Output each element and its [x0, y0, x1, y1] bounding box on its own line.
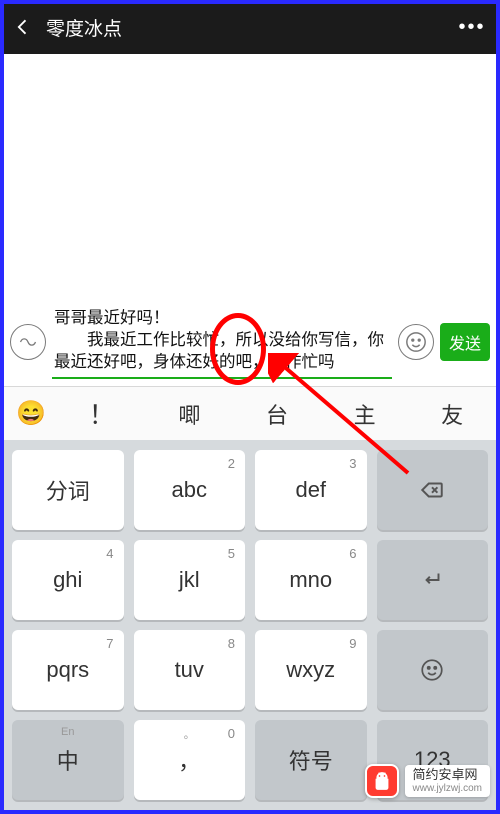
candidate-emoji-icon[interactable]: 😄	[4, 399, 58, 428]
watermark-text: 简约安卓网 www.jylzwj.com	[405, 765, 490, 797]
enter-icon	[419, 567, 445, 593]
message-text-line2: 我最近工作比较忙，所以没给你写信，你最近还好吧，身体还好的吧，工作忙吗	[54, 329, 390, 373]
key-ghi[interactable]: 4ghi	[12, 540, 124, 620]
key-wxyz[interactable]: 9wxyz	[255, 630, 367, 710]
send-button[interactable]: 发送	[440, 323, 490, 361]
message-text-line1: 哥哥最近好吗！	[54, 307, 390, 329]
watermark-logo-icon	[365, 764, 399, 798]
chat-header: 零度冰点 •••	[0, 0, 500, 54]
keyboard: 0分词 2abc 3def 4ghi 5jkl 6mno 7pqrs 8tuv …	[4, 440, 496, 810]
candidate-item[interactable]: 友	[408, 398, 496, 430]
chat-title: 零度冰点	[46, 14, 444, 41]
smiley-icon	[419, 657, 445, 683]
key-fenci[interactable]: 0分词	[12, 450, 124, 530]
emoji-picker-icon[interactable]	[398, 324, 434, 360]
key-pqrs[interactable]: 7pqrs	[12, 630, 124, 710]
key-lang-switch[interactable]: En中	[12, 720, 124, 800]
key-mno[interactable]: 6mno	[255, 540, 367, 620]
candidate-item[interactable]: ！	[58, 395, 146, 432]
key-jkl[interactable]: 5jkl	[134, 540, 246, 620]
candidate-item[interactable]: 唧	[146, 398, 234, 430]
candidate-item[interactable]: 台	[233, 398, 321, 430]
watermark-site-name: 简约安卓网	[413, 767, 482, 783]
key-smiley[interactable]	[377, 630, 489, 710]
key-comma[interactable]: 。0，	[134, 720, 246, 800]
candidate-item[interactable]: 主	[321, 398, 409, 430]
voice-input-icon[interactable]	[10, 324, 46, 360]
key-abc[interactable]: 2abc	[134, 450, 246, 530]
key-def[interactable]: 3def	[255, 450, 367, 530]
watermark-site-url: www.jylzwj.com	[413, 783, 482, 795]
back-icon[interactable]	[0, 17, 46, 37]
key-enter[interactable]	[377, 540, 489, 620]
key-tuv[interactable]: 8tuv	[134, 630, 246, 710]
input-bar: 哥哥最近好吗！ 我最近工作比较忙，所以没给你写信，你最近还好吧，身体还好的吧，工…	[4, 301, 496, 383]
watermark: 简约安卓网 www.jylzwj.com	[365, 764, 490, 798]
backspace-icon	[419, 477, 445, 503]
candidate-bar: 😄 ！ 唧 台 主 友	[4, 386, 496, 440]
key-symbols[interactable]: 符号	[255, 720, 367, 800]
key-backspace[interactable]	[377, 450, 489, 530]
more-icon[interactable]: •••	[444, 16, 500, 39]
message-input[interactable]: 哥哥最近好吗！ 我最近工作比较忙，所以没给你写信，你最近还好吧，身体还好的吧，工…	[52, 305, 392, 379]
